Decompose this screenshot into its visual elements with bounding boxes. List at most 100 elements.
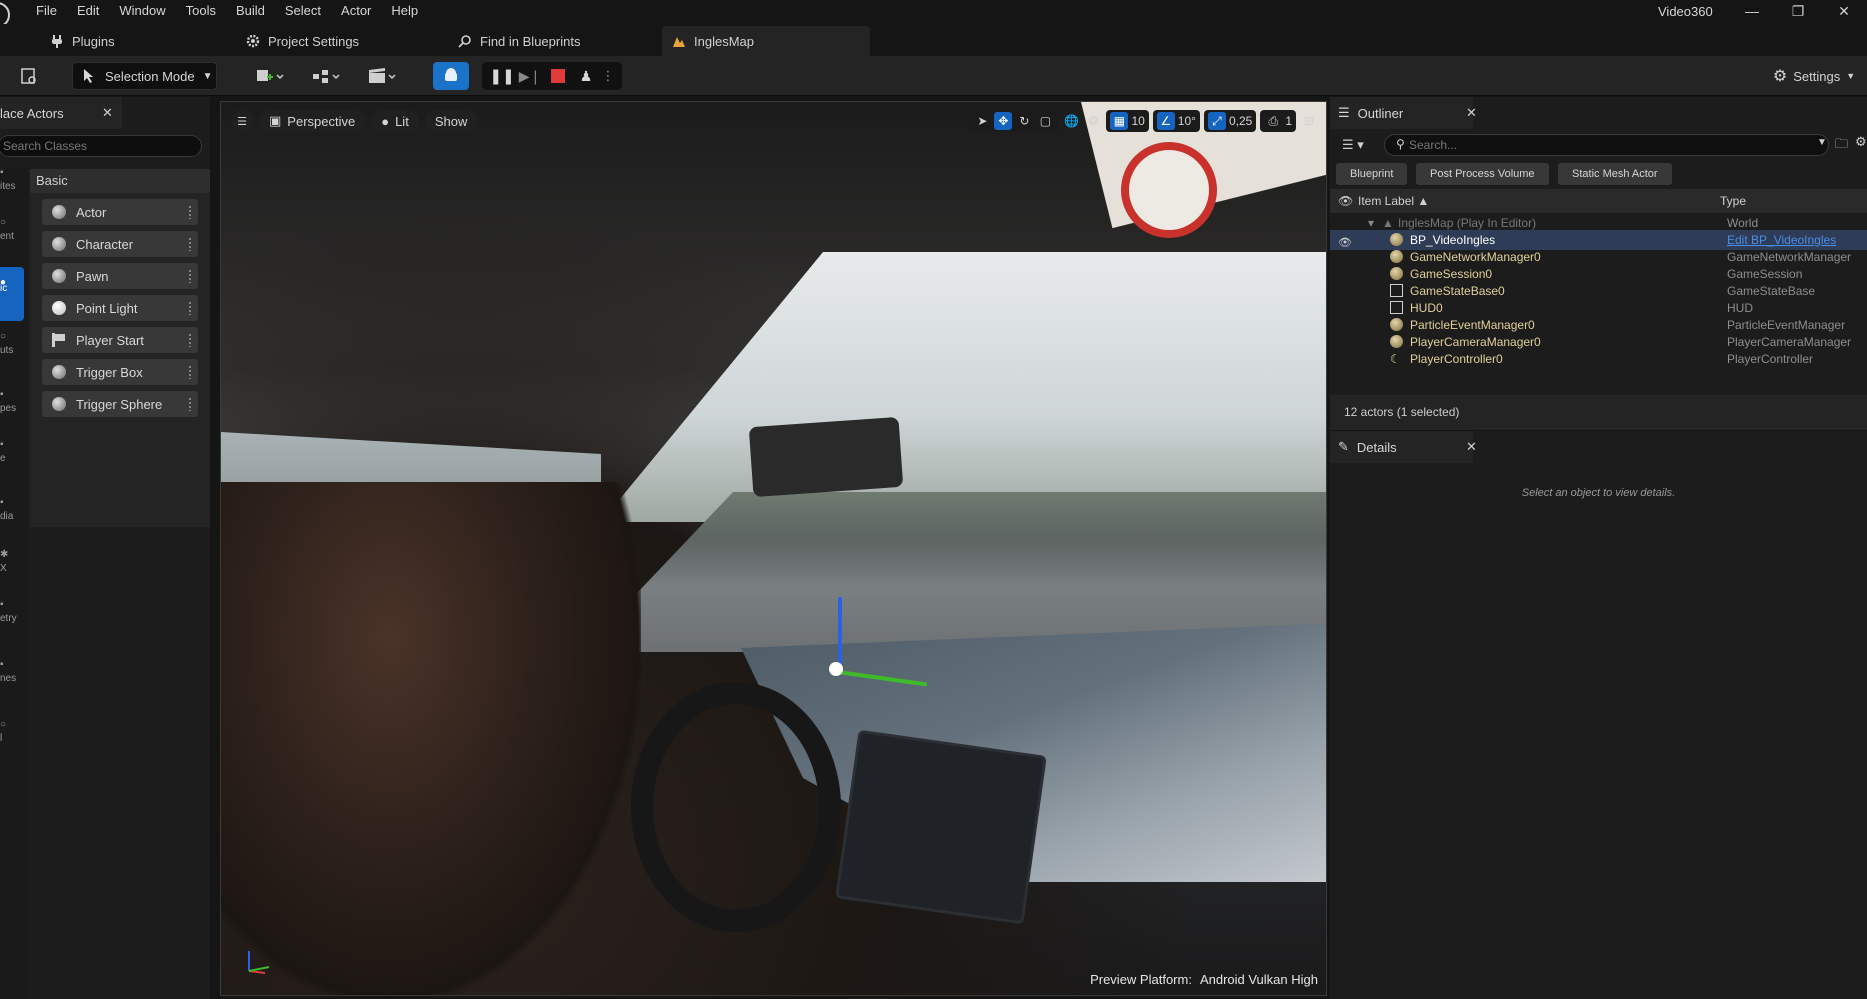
category-item[interactable]: ▪ pes — [0, 389, 26, 414]
play-mode-button[interactable] — [433, 62, 469, 90]
outliner-search-input[interactable]: Search... — [1384, 134, 1829, 156]
move-icon[interactable]: ✥ — [994, 112, 1013, 130]
drag-handle-icon[interactable] — [188, 333, 192, 347]
filter-static-mesh-button[interactable]: Static Mesh Actor — [1558, 163, 1672, 185]
menu-help[interactable]: Help — [381, 0, 428, 24]
menu-build[interactable]: Build — [226, 0, 275, 24]
selection-mode-dropdown[interactable]: Selection Mode ▼ — [72, 62, 217, 90]
close-icon[interactable]: ✕ — [1466, 439, 1477, 455]
tab-project-settings[interactable]: Project Settings — [236, 26, 369, 56]
eye-icon[interactable]: 👁 — [1338, 233, 1352, 249]
gizmo-pivot[interactable] — [829, 662, 843, 676]
show-dropdown[interactable]: Show — [424, 110, 478, 132]
item-label-column[interactable]: Item Label ▲ — [1358, 194, 1429, 208]
scale-icon[interactable]: ▢ — [1036, 112, 1054, 130]
gizmo-z-axis[interactable] — [838, 597, 842, 672]
perspective-dropdown[interactable]: ▣ Perspective — [259, 110, 366, 132]
camera-speed-control[interactable]: ⎙ 1 — [1260, 110, 1296, 132]
scene-steering-wheel — [631, 682, 841, 932]
view-mode-dropdown[interactable]: ● Lit — [371, 110, 419, 132]
category-item[interactable]: ▪ e — [0, 439, 26, 464]
world-local-icon[interactable]: 🌐 — [1062, 112, 1080, 130]
actor-item-label: Character — [76, 236, 134, 252]
menu-edit[interactable]: Edit — [67, 0, 109, 24]
search-classes-input[interactable]: Search Classes — [0, 135, 202, 157]
drag-handle-icon[interactable] — [188, 269, 192, 283]
outliner-row[interactable]: ☾ PlayerController0 PlayerController — [1330, 349, 1867, 369]
filter-icon[interactable]: ☰ ▾ — [1342, 137, 1364, 153]
category-item[interactable]: ▪ nes — [0, 659, 26, 684]
actor-item-point-light[interactable]: Point Light — [42, 295, 198, 321]
category-item[interactable]: ○ l — [0, 719, 26, 744]
menu-file[interactable]: File — [26, 0, 67, 24]
actor-icon — [1390, 233, 1403, 246]
chevron-down-icon[interactable]: ▼ — [1817, 137, 1827, 148]
category-item[interactable]: ▪ etry — [0, 599, 26, 624]
actor-item-player-start[interactable]: Player Start — [42, 327, 198, 353]
possess-icon[interactable]: ♟ — [572, 68, 600, 85]
blueprint-dropdown[interactable] — [306, 62, 346, 90]
rotate-icon[interactable]: ↻ — [1015, 112, 1033, 130]
close-icon[interactable]: ✕ — [102, 105, 113, 121]
drag-handle-icon[interactable] — [188, 301, 192, 315]
outliner-tab[interactable]: ☰ Outliner — [1330, 97, 1473, 129]
level-viewport[interactable]: ☰ ▣ Perspective ● Lit Show ➤ ✥ ↻ ▢ 🌐 ❂ ▦… — [220, 101, 1327, 996]
pause-icon[interactable]: ❚❚ — [488, 67, 516, 85]
filter-blueprint-button[interactable]: Blueprint — [1336, 163, 1408, 185]
step-icon[interactable]: ▶❘ — [516, 68, 544, 85]
drag-handle-icon[interactable] — [188, 365, 192, 379]
category-item-basic[interactable]: ● ic — [0, 267, 24, 321]
actor-item-trigger-sphere[interactable]: Trigger Sphere — [42, 391, 198, 417]
add-actor-button[interactable] — [250, 62, 290, 90]
restore-icon[interactable]: ❐ — [1775, 0, 1821, 24]
drag-handle-icon[interactable] — [188, 205, 192, 219]
actor-item-label: Pawn — [76, 268, 109, 284]
menu-tools[interactable]: Tools — [176, 0, 226, 24]
drag-handle-icon[interactable] — [188, 397, 192, 411]
tab-find-in-blueprints[interactable]: Find in Blueprints — [448, 26, 590, 56]
close-window-icon[interactable]: ✕ — [1821, 0, 1867, 24]
scene-warning-sign — [1121, 142, 1217, 238]
select-cursor-icon[interactable]: ➤ — [973, 112, 991, 130]
chart-icon — [1390, 284, 1403, 297]
viewport-toolbar-right: ➤ ✥ ↻ ▢ 🌐 ❂ ▦ 10 ∠ 10° ⤢ 0,25 ⎙ 1 ⊞ — [969, 110, 1318, 132]
cinematics-dropdown[interactable] — [362, 62, 402, 90]
tab-plugins[interactable]: Plugins — [40, 26, 125, 56]
actor-item-actor[interactable]: Actor — [42, 199, 198, 225]
actor-item-pawn[interactable]: Pawn — [42, 263, 198, 289]
rotation-snap-control[interactable]: ∠ 10° — [1152, 110, 1200, 132]
settings-button[interactable]: ⚙ Settings ▼ — [1769, 62, 1859, 90]
category-item[interactable]: ○ uts — [0, 331, 26, 356]
grid-snap-control[interactable]: ▦ 10 — [1106, 110, 1149, 132]
close-icon[interactable]: ✕ — [1466, 105, 1477, 121]
actor-item-character[interactable]: Character — [42, 231, 198, 257]
details-tab[interactable]: ✎ Details — [1330, 431, 1473, 463]
drag-handle-icon[interactable] — [188, 237, 192, 251]
save-icon[interactable] — [14, 62, 44, 90]
hamburger-menu-icon[interactable]: ☰ — [231, 110, 253, 132]
project-name: Video360 — [1658, 4, 1713, 19]
type-column[interactable]: Type — [1720, 194, 1746, 208]
stop-icon[interactable] — [544, 69, 572, 83]
minimize-icon[interactable]: — — [1729, 0, 1775, 24]
category-item[interactable]: ○ ent — [0, 217, 26, 242]
category-item[interactable]: ▪ ites — [0, 167, 26, 192]
new-folder-icon[interactable]: 🗀 — [1835, 135, 1848, 157]
menu-actor[interactable]: Actor — [331, 0, 381, 24]
category-item[interactable]: ▪ dia — [0, 497, 26, 522]
filter-post-process-button[interactable]: Post Process Volume — [1416, 163, 1549, 185]
actor-item-trigger-box[interactable]: Trigger Box — [42, 359, 198, 385]
window-controls: — ❐ ✕ — [1729, 0, 1867, 24]
category-item[interactable]: ✱ X — [0, 549, 26, 574]
rotation-snap-value: 10° — [1177, 114, 1196, 128]
gear-icon[interactable]: ⚙ — [1855, 134, 1867, 150]
scale-snap-control[interactable]: ⤢ 0,25 — [1203, 110, 1257, 132]
scene-sky — [601, 252, 1326, 522]
more-options-icon[interactable]: ⋮ — [600, 68, 616, 84]
camera-speed-value: 1 — [1285, 114, 1292, 128]
layout-icon[interactable]: ⊞ — [1300, 112, 1318, 130]
surface-snap-icon[interactable]: ❂ — [1084, 112, 1102, 130]
menu-window[interactable]: Window — [109, 0, 175, 24]
menu-select[interactable]: Select — [275, 0, 331, 24]
tab-inglesmap[interactable]: InglesMap — [662, 26, 870, 56]
